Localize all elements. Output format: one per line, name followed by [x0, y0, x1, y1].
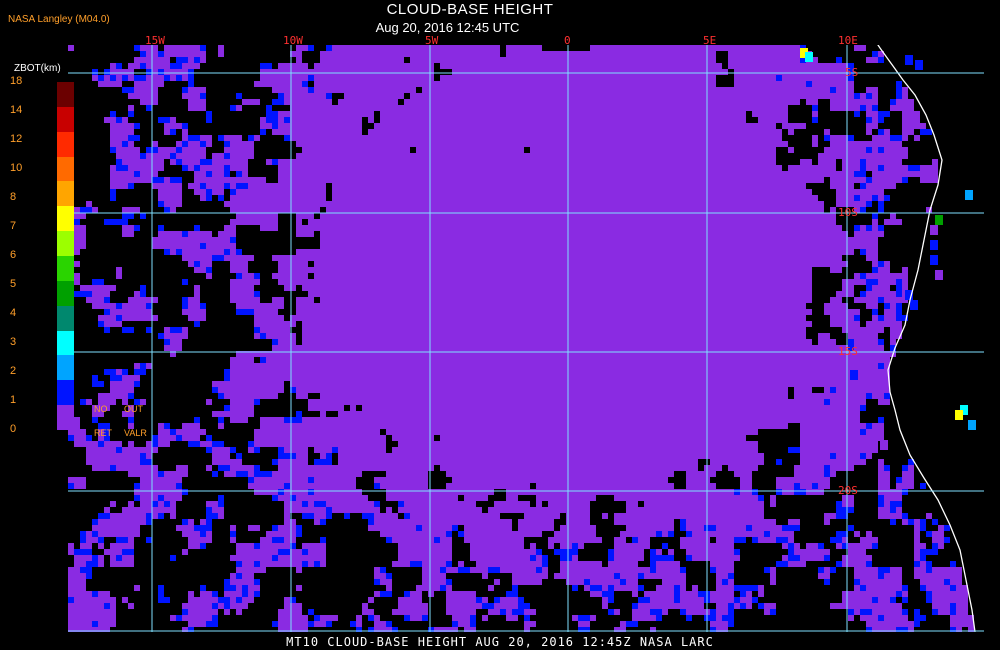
legend-tick-12: 12: [10, 133, 23, 145]
legend-tick-6: 6: [10, 249, 17, 261]
legend-swatch: [57, 330, 74, 356]
legend-swatch: [57, 206, 74, 232]
lon-label-5w: 5W: [425, 34, 439, 47]
legend-swatch: [57, 380, 74, 406]
legend-swatch: [57, 305, 74, 332]
legend-tick-4: 4: [10, 307, 17, 319]
legend-swatch: [57, 355, 74, 381]
legend-tick-2: 2: [10, 365, 17, 377]
lon-label-0: 0: [564, 34, 571, 47]
legend-out-label: OUT: [124, 404, 143, 414]
legend-tick-5: 5: [10, 278, 17, 290]
legend-swatch: [57, 82, 74, 108]
legend-swatch: [57, 181, 74, 207]
lon-label-10w: 10W: [283, 34, 303, 47]
legend-no-label: NO: [94, 404, 108, 414]
legend-tick-1: 1: [10, 394, 17, 406]
legend-tick-10: 10: [10, 162, 23, 174]
legend-swatch: [57, 280, 74, 307]
lat-label-15s: 15S: [838, 345, 858, 358]
map-title: CLOUD-BASE HEIGHT: [386, 1, 554, 18]
legend-tick-18: 18: [10, 75, 23, 87]
legend-tick-0: 0: [10, 423, 17, 435]
legend-swatch: [57, 106, 74, 133]
legend-tick-14: 14: [10, 104, 23, 116]
lat-label-5s: 5S: [845, 66, 859, 79]
footer-caption: MT10 CLOUD-BASE HEIGHT AUG 20, 2016 12:4…: [286, 635, 714, 649]
legend-valr-label: VALR: [124, 428, 147, 438]
legend-swatch: [57, 256, 74, 282]
cloud-map: [0, 0, 1000, 650]
legend-tick-3: 3: [10, 336, 17, 348]
legend-swatch: [57, 231, 74, 257]
legend-swatch: [57, 405, 74, 431]
map-timestamp: Aug 20, 2016 12:45 UTC: [375, 20, 520, 35]
lat-label-20s: 20S: [838, 484, 858, 497]
legend-tick-7: 7: [10, 220, 17, 232]
legend-swatch: [57, 156, 74, 182]
legend-ret-label: RET: [94, 428, 112, 438]
lon-label-15w: 15W: [145, 34, 165, 47]
legend-tick-8: 8: [10, 191, 17, 203]
lat-label-10s: 10S: [838, 206, 858, 219]
lon-label-5e: 5E: [703, 34, 717, 47]
lon-label-10e: 10E: [838, 34, 858, 47]
legend-unit-label: ZBOT(km): [14, 63, 61, 74]
legend-swatch: [57, 131, 74, 158]
